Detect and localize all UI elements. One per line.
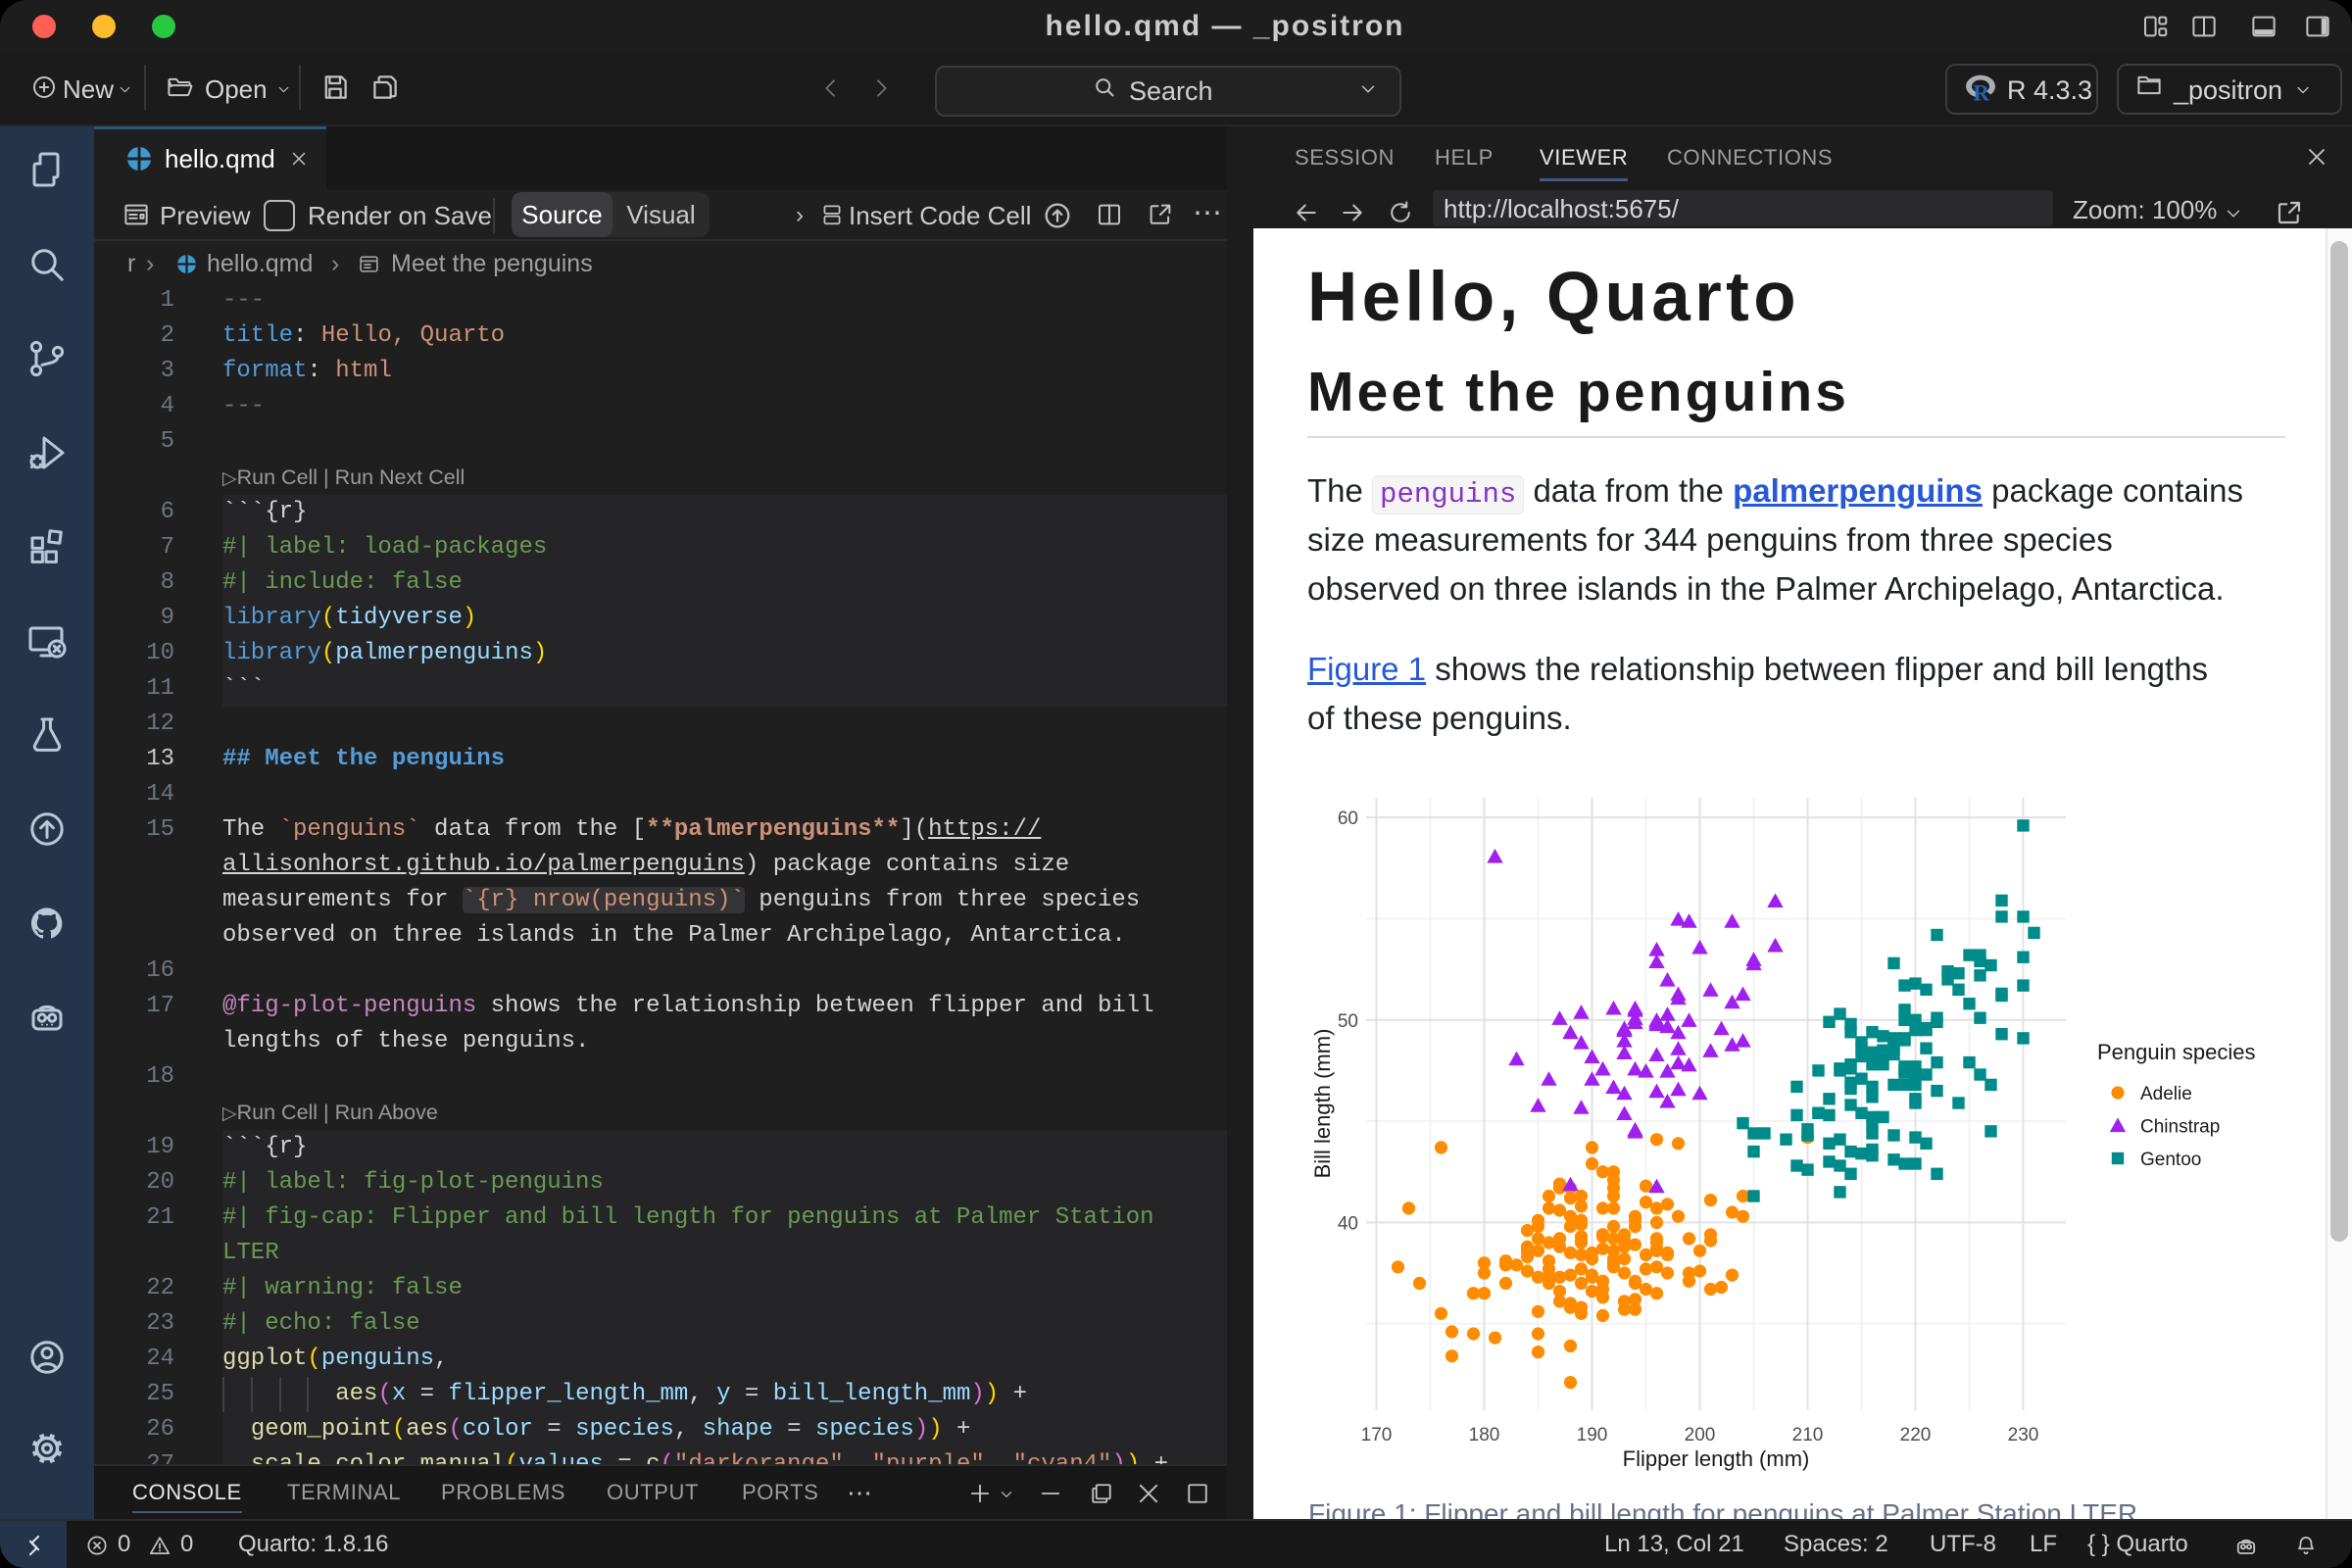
svg-text:Bill length (mm): Bill length (mm)	[1310, 1029, 1335, 1179]
svg-text:230: 230	[2008, 1425, 2039, 1446]
svg-text:Gentoo: Gentoo	[2140, 1150, 2201, 1170]
svg-text:170: 170	[1361, 1425, 1393, 1446]
svg-text:40: 40	[1338, 1213, 1358, 1234]
svg-text:Penguin species: Penguin species	[2097, 1040, 2255, 1064]
svg-text:210: 210	[1792, 1425, 1824, 1446]
svg-text:Flipper length (mm): Flipper length (mm)	[1623, 1446, 1810, 1471]
svg-text:60: 60	[1338, 808, 1358, 829]
svg-text:220: 220	[1900, 1425, 1932, 1446]
svg-text:180: 180	[1469, 1425, 1500, 1446]
svg-text:Adelie: Adelie	[2140, 1084, 2192, 1104]
svg-text:50: 50	[1338, 1011, 1358, 1032]
svg-text:200: 200	[1685, 1425, 1716, 1446]
svg-text:190: 190	[1577, 1425, 1608, 1446]
svg-text:Chinstrap: Chinstrap	[2140, 1117, 2220, 1138]
svg-text:R: R	[1973, 81, 1989, 106]
